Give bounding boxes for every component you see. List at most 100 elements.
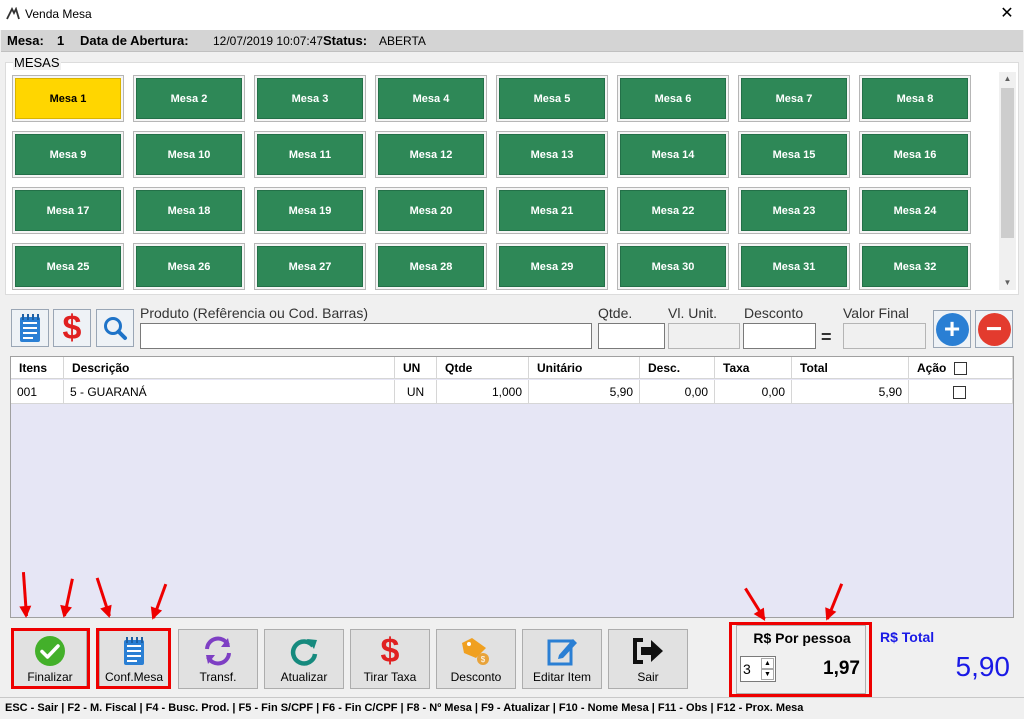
col-total[interactable]: Total — [792, 357, 909, 379]
tirar-taxa-label: Tirar Taxa — [363, 670, 417, 684]
scrollbar-thumb[interactable] — [1001, 88, 1014, 238]
mesa-button-label: Mesa 12 — [378, 134, 484, 175]
remove-item-button[interactable]: − — [975, 310, 1013, 348]
mesa-button[interactable]: Mesa 23 — [738, 187, 850, 234]
search-tool-button[interactable] — [96, 309, 134, 347]
mesa-button[interactable]: Mesa 29 — [496, 243, 608, 290]
cell-descricao: 5 - GUARANÁ — [64, 380, 395, 404]
mesa-button[interactable]: Mesa 25 — [12, 243, 124, 290]
notepad-icon — [20, 314, 40, 342]
editar-item-button[interactable]: Editar Item — [522, 629, 602, 689]
editar-item-label: Editar Item — [532, 670, 592, 684]
mesa-button-label: Mesa 28 — [378, 246, 484, 287]
mesa-button-label: Mesa 13 — [499, 134, 605, 175]
mesa-button[interactable]: Mesa 26 — [133, 243, 245, 290]
mesa-button-label: Mesa 27 — [257, 246, 363, 287]
transf-button[interactable]: Transf. — [178, 629, 258, 689]
cell-acao — [909, 380, 1013, 404]
mesa-button[interactable]: Mesa 32 — [859, 243, 971, 290]
highlight-conf-mesa — [96, 628, 171, 689]
col-desc[interactable]: Desc. — [640, 357, 715, 379]
mesa-button[interactable]: Mesa 22 — [617, 187, 729, 234]
desconto-button[interactable]: $ Desconto — [436, 629, 516, 689]
col-acao[interactable]: Ação — [909, 357, 1013, 379]
desconto-label: Desconto — [744, 305, 804, 321]
app-icon — [6, 7, 20, 20]
mesa-button-label: Mesa 7 — [741, 78, 847, 119]
mesa-button[interactable]: Mesa 28 — [375, 243, 487, 290]
mesa-button[interactable]: Mesa 30 — [617, 243, 729, 290]
status-value: ABERTA — [379, 34, 426, 48]
produto-input[interactable] — [140, 323, 592, 349]
row-checkbox[interactable] — [953, 386, 966, 400]
info-bar: Mesa: 1 Data de Abertura: 12/07/2019 10:… — [1, 30, 1023, 52]
mesa-button[interactable]: Mesa 4 — [375, 75, 487, 122]
discount-tag-icon: $ — [462, 638, 489, 665]
mesa-button[interactable]: Mesa 21 — [496, 187, 608, 234]
mesa-button-label: Mesa 20 — [378, 190, 484, 231]
mesa-button[interactable]: Mesa 2 — [133, 75, 245, 122]
mesa-button[interactable]: Mesa 20 — [375, 187, 487, 234]
total-label: R$ Total — [880, 629, 935, 645]
mesa-button[interactable]: Mesa 31 — [738, 243, 850, 290]
mesa-button[interactable]: Mesa 10 — [133, 131, 245, 178]
atualizar-button[interactable]: Atualizar — [264, 629, 344, 689]
mesa-button-label: Mesa 16 — [862, 134, 968, 175]
plus-icon: + — [935, 312, 969, 346]
mesa-button-label: Mesa 2 — [136, 78, 242, 119]
mesa-button[interactable]: Mesa 5 — [496, 75, 608, 122]
mesa-button[interactable]: Mesa 8 — [859, 75, 971, 122]
sair-button[interactable]: Sair — [608, 629, 688, 689]
mesa-button-label: Mesa 8 — [862, 78, 968, 119]
select-all-checkbox[interactable] — [953, 362, 967, 376]
tirar-taxa-button[interactable]: $ Tirar Taxa — [350, 629, 430, 689]
qtde-input[interactable] — [598, 323, 665, 349]
mesa-button-label: Mesa 15 — [741, 134, 847, 175]
mesa-button[interactable]: Mesa 27 — [254, 243, 366, 290]
mesa-button[interactable]: Mesa 17 — [12, 187, 124, 234]
minus-icon: − — [977, 312, 1011, 346]
mesa-button[interactable]: Mesa 13 — [496, 131, 608, 178]
col-un[interactable]: UN — [395, 357, 437, 379]
col-acao-label: Ação — [917, 361, 947, 375]
mesa-button-label: Mesa 24 — [862, 190, 968, 231]
desconto-input[interactable] — [743, 323, 816, 349]
window-title: Venda Mesa — [25, 7, 92, 21]
mesa-button[interactable]: Mesa 9 — [12, 131, 124, 178]
highlight-por-pessoa — [729, 622, 872, 697]
svg-text:$: $ — [481, 655, 486, 664]
mesa-label: Mesa: — [7, 33, 44, 48]
highlight-finalizar — [11, 628, 90, 689]
mesa-button[interactable]: Mesa 3 — [254, 75, 366, 122]
mesa-button[interactable]: Mesa 16 — [859, 131, 971, 178]
close-window-button[interactable]: ✕ — [994, 4, 1020, 24]
mesa-button[interactable]: Mesa 18 — [133, 187, 245, 234]
col-descricao[interactable]: Descrição — [64, 357, 395, 379]
col-taxa[interactable]: Taxa — [715, 357, 792, 379]
mesa-button[interactable]: Mesa 11 — [254, 131, 366, 178]
mesa-button[interactable]: Mesa 19 — [254, 187, 366, 234]
mesa-button-label: Mesa 17 — [15, 190, 121, 231]
mesa-button[interactable]: Mesa 12 — [375, 131, 487, 178]
mesa-button[interactable]: Mesa 1 — [12, 75, 124, 122]
mesa-button[interactable]: Mesa 6 — [617, 75, 729, 122]
abertura-value: 12/07/2019 10:07:47 — [213, 34, 324, 48]
col-unitario[interactable]: Unitário — [529, 357, 640, 379]
mesa-button[interactable]: Mesa 7 — [738, 75, 850, 122]
mesa-button[interactable]: Mesa 14 — [617, 131, 729, 178]
scroll-up-icon[interactable]: ▲ — [999, 74, 1016, 83]
col-itens[interactable]: Itens — [11, 357, 64, 379]
price-tool-button[interactable]: $ — [53, 309, 91, 347]
title-bar — [0, 0, 1024, 30]
col-qtde[interactable]: Qtde — [437, 357, 529, 379]
equals-sign: = — [821, 327, 832, 347]
add-item-button[interactable]: + — [933, 310, 971, 348]
mesa-button[interactable]: Mesa 24 — [859, 187, 971, 234]
mesa-button[interactable]: Mesa 15 — [738, 131, 850, 178]
mesa-button-label: Mesa 11 — [257, 134, 363, 175]
cell-total: 5,90 — [792, 380, 909, 404]
scroll-down-icon[interactable]: ▼ — [999, 278, 1016, 287]
status-label: Status: — [323, 33, 368, 48]
notepad-tool-button[interactable] — [11, 309, 49, 347]
search-icon — [104, 317, 127, 340]
